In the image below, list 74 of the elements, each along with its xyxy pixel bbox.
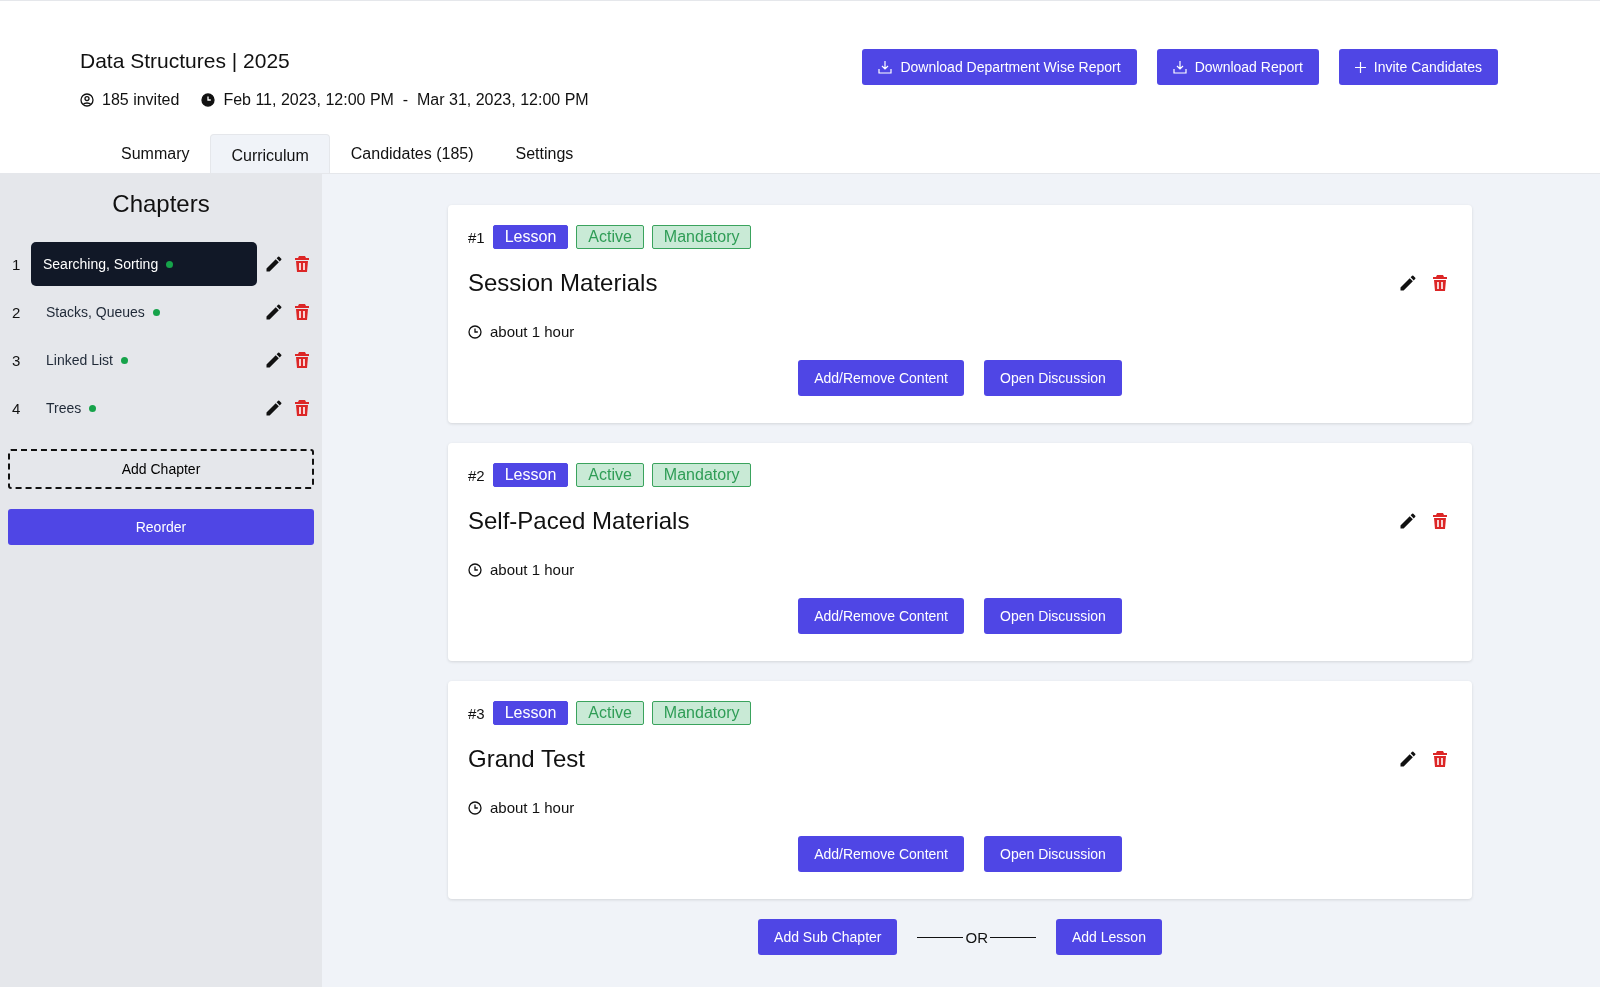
tag: Mandatory (651, 701, 752, 725)
lesson-title: Session Materials (468, 269, 658, 297)
edit-icon[interactable] (1398, 273, 1418, 293)
tab[interactable]: Curriculum (210, 134, 330, 173)
delete-icon[interactable] (294, 255, 310, 273)
clock-icon (201, 93, 216, 107)
reorder-button[interactable]: Reorder (8, 509, 314, 545)
lesson-duration: about 1 hour (490, 323, 575, 340)
date-range: Feb 11, 2023, 12:00 PM - Mar 31, 2023, 12:00 PM (223, 91, 589, 109)
tag: Lesson (492, 463, 569, 487)
or-separator: OR (965, 928, 988, 946)
tag: Mandatory (651, 225, 752, 249)
edit-icon[interactable] (264, 350, 284, 370)
add-lesson-button[interactable]: Add Lesson (1055, 919, 1162, 955)
chapter-name: Linked List (46, 352, 113, 368)
tag: Active (576, 463, 644, 487)
download-icon (878, 60, 893, 74)
edit-icon[interactable] (264, 254, 284, 274)
clock-icon (468, 562, 482, 577)
tab[interactable]: Summary (100, 134, 211, 173)
tab[interactable]: Candidates (185) (329, 134, 495, 173)
chapter-name: Searching, Sorting (43, 256, 159, 272)
delete-icon[interactable] (294, 399, 310, 417)
lesson-index: #3 (468, 704, 485, 722)
lesson-action-button[interactable]: Open Discussion (984, 360, 1122, 396)
download-icon (1172, 60, 1187, 74)
lesson-action-button[interactable]: Open Discussion (984, 598, 1122, 634)
lesson-action-button[interactable]: Add/Remove Content (798, 836, 964, 872)
chapter-item[interactable]: Searching, Sorting (31, 242, 257, 286)
lesson-duration: about 1 hour (490, 561, 575, 578)
sidebar-title: Chapters (111, 190, 211, 218)
tag: Mandatory (651, 463, 752, 487)
lesson-action-button[interactable]: Open Discussion (984, 836, 1122, 872)
chapter-number: 1 (11, 255, 22, 273)
header-action-button[interactable]: Download Report (1156, 49, 1319, 85)
edit-icon[interactable] (1398, 511, 1418, 531)
user-icon (80, 93, 94, 107)
tag: Lesson (492, 225, 569, 249)
chapter-number: 3 (11, 351, 22, 369)
lesson-title: Self-Paced Materials (468, 507, 690, 535)
edit-icon[interactable] (264, 398, 284, 418)
invited-count: 185 invited (102, 91, 180, 109)
lesson-action-button[interactable]: Add/Remove Content (798, 360, 964, 396)
tag: Lesson (492, 701, 569, 725)
course-title: Data Structures | 2025 (80, 49, 290, 72)
lesson-action-button[interactable]: Add/Remove Content (798, 598, 964, 634)
add-sub-chapter-button[interactable]: Add Sub Chapter (758, 919, 898, 955)
edit-icon[interactable] (264, 302, 284, 322)
delete-icon[interactable] (1432, 274, 1448, 292)
edit-icon[interactable] (1398, 749, 1418, 769)
delete-icon[interactable] (1432, 750, 1448, 768)
header-action-button[interactable]: Download Department Wise Report (862, 49, 1137, 85)
clock-icon (468, 324, 482, 339)
header-action-button[interactable]: Invite Candidates (1338, 49, 1498, 85)
lesson-index: #1 (468, 228, 485, 246)
chapter-name: Trees (46, 400, 82, 416)
lesson-index: #2 (468, 466, 485, 484)
delete-icon[interactable] (294, 303, 310, 321)
chapter-number: 4 (11, 399, 22, 417)
chapter-name: Stacks, Queues (46, 304, 145, 320)
tag: Active (576, 701, 644, 725)
tag: Active (576, 225, 644, 249)
tab[interactable]: Settings (494, 134, 595, 173)
add-chapter-button[interactable]: Add Chapter (8, 449, 314, 489)
chapter-item[interactable]: Linked List (31, 338, 257, 382)
delete-icon[interactable] (1432, 512, 1448, 530)
plus-icon (1354, 61, 1366, 73)
lesson-duration: about 1 hour (490, 799, 575, 816)
delete-icon[interactable] (294, 351, 310, 369)
lesson-title: Grand Test (468, 745, 585, 773)
clock-icon (468, 800, 482, 815)
chapter-number: 2 (11, 303, 22, 321)
chapter-item[interactable]: Stacks, Queues (31, 290, 257, 334)
chapter-item[interactable]: Trees (31, 386, 257, 430)
